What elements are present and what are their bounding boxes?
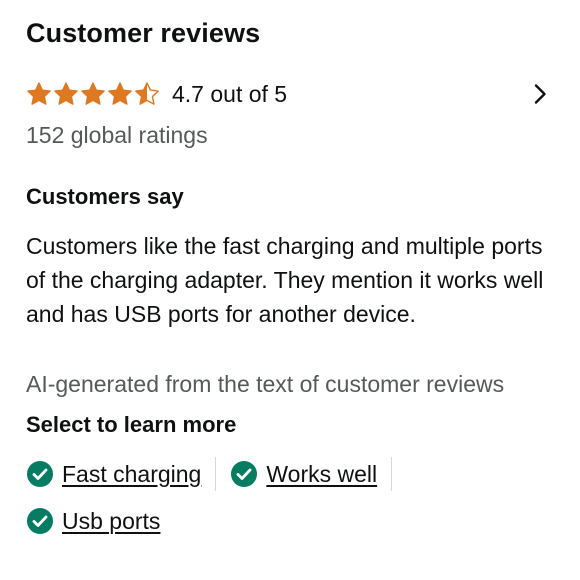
- check-circle-icon: [231, 461, 258, 487]
- star-full-icon: [27, 82, 51, 105]
- aspect-chip-works-well[interactable]: Works well: [230, 460, 377, 488]
- customer-reviews-panel: Customer reviews 4.7 out of 5 152 global…: [0, 0, 580, 580]
- star-rating: [26, 81, 160, 107]
- check-circle-icon: [27, 461, 53, 487]
- chip-divider: [391, 457, 393, 491]
- star-full-icon: [81, 82, 105, 105]
- rating-value-text: 4.7 out of 5: [172, 80, 288, 107]
- chevron-right-icon[interactable]: [528, 82, 552, 106]
- aspect-chip-label: Works well: [266, 460, 378, 487]
- section-title: Customer reviews: [26, 18, 261, 48]
- star-full-icon: [108, 82, 132, 105]
- check-circle-icon: [27, 508, 53, 534]
- aspect-chips-row: Usb ports: [26, 502, 160, 540]
- ai-generated-note: AI-generated from the text of customer r…: [26, 371, 505, 397]
- select-to-learn-more-heading: Select to learn more: [26, 412, 237, 437]
- customers-say-heading: Customers say: [26, 184, 184, 209]
- star-half-icon: [135, 82, 159, 105]
- aspect-chip-label: Fast charging: [62, 460, 202, 487]
- rating-summary-link[interactable]: 4.7 out of 5: [26, 74, 562, 114]
- aspect-chip-fast-charging[interactable]: Fast charging: [26, 460, 201, 488]
- chip-divider: [215, 457, 217, 491]
- star-full-icon: [54, 82, 78, 105]
- customers-say-summary: Customers like the fast charging and mul…: [26, 233, 544, 327]
- global-ratings-count: 152 global ratings: [26, 122, 208, 148]
- aspect-chip-usb-ports[interactable]: Usb ports: [26, 507, 160, 535]
- aspect-chip-label: Usb ports: [62, 507, 161, 534]
- aspect-chips-row: Fast charging Works well: [26, 455, 406, 493]
